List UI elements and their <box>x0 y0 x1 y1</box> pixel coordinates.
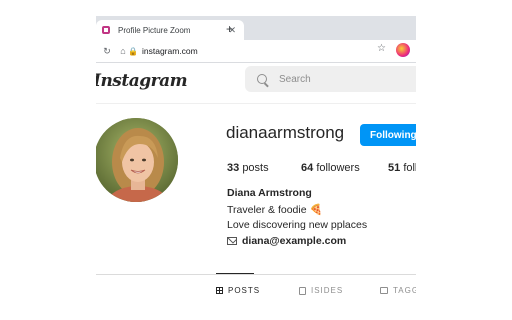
browser-toolbar: ↻ ⌂ 🔒 instagram.com ☆ <box>96 40 416 63</box>
search-input[interactable] <box>277 72 401 86</box>
tab-isides[interactable]: ISIDES <box>299 286 343 295</box>
active-tab-indicator <box>216 273 254 274</box>
tab-isides-label: ISIDES <box>311 286 344 295</box>
profile-avatar[interactable] <box>96 118 178 202</box>
tab-title: Profile Picture Zoom <box>118 25 191 35</box>
posts-count: 33 <box>227 162 240 174</box>
tab-posts[interactable]: POSTS <box>216 286 260 295</box>
tag-icon <box>380 287 388 294</box>
tabs-divider <box>96 274 416 275</box>
address-bar[interactable]: 🔒 instagram.com <box>128 43 386 59</box>
tab-tagged-label: TAGGED <box>393 286 416 295</box>
following-stat[interactable]: 51 following <box>388 162 416 174</box>
following-button[interactable]: Following <box>360 124 416 146</box>
following-label: following <box>403 162 416 174</box>
posts-label: posts <box>242 162 269 174</box>
new-tab-button[interactable]: + <box>226 22 233 36</box>
email-row: diana@example.com <box>227 235 346 247</box>
reload-icon[interactable]: ↻ <box>102 46 112 57</box>
mail-icon <box>227 237 237 245</box>
url-text: instagram.com <box>142 46 198 56</box>
followers-count: 64 <box>301 162 314 174</box>
tab-posts-label: POSTS <box>228 286 261 295</box>
instagram-logo[interactable]: Instagram <box>96 71 188 91</box>
posts-stat[interactable]: 33 posts <box>227 162 269 174</box>
portrait-image <box>96 118 178 202</box>
profile-email[interactable]: diana@example.com <box>242 235 346 247</box>
instagram-header: Instagram <box>96 63 416 104</box>
instagram-favicon-icon <box>102 26 110 34</box>
followers-label: followers <box>316 162 360 174</box>
bio-line-1: Traveler & foodie 🍕 <box>227 204 323 216</box>
browser-tab[interactable]: Profile Picture Zoom ✕ <box>96 20 244 40</box>
bookmark-star-icon[interactable]: ☆ <box>377 43 386 54</box>
lock-icon: 🔒 <box>128 46 138 56</box>
profile-full-name: Diana Armstrong <box>227 187 312 199</box>
home-icon[interactable]: ⌂ <box>118 46 128 56</box>
profile-username: dianaarmstrong <box>226 123 345 142</box>
reels-icon <box>299 286 306 295</box>
search-icon <box>257 74 267 84</box>
tab-tagged[interactable]: TAGGED <box>380 286 416 295</box>
browser-window: Profile Picture Zoom ✕ + ↻ ⌂ 🔒 instagram… <box>96 16 416 320</box>
following-count: 51 <box>388 162 401 174</box>
extension-avatar-icon[interactable] <box>396 43 410 57</box>
bio-line-2: Love discovering new pplaces <box>227 219 368 231</box>
grid-icon <box>216 287 223 294</box>
followers-stat[interactable]: 64 followers <box>301 162 360 174</box>
tab-strip: Profile Picture Zoom ✕ + <box>96 16 416 40</box>
search-box[interactable] <box>245 66 416 92</box>
